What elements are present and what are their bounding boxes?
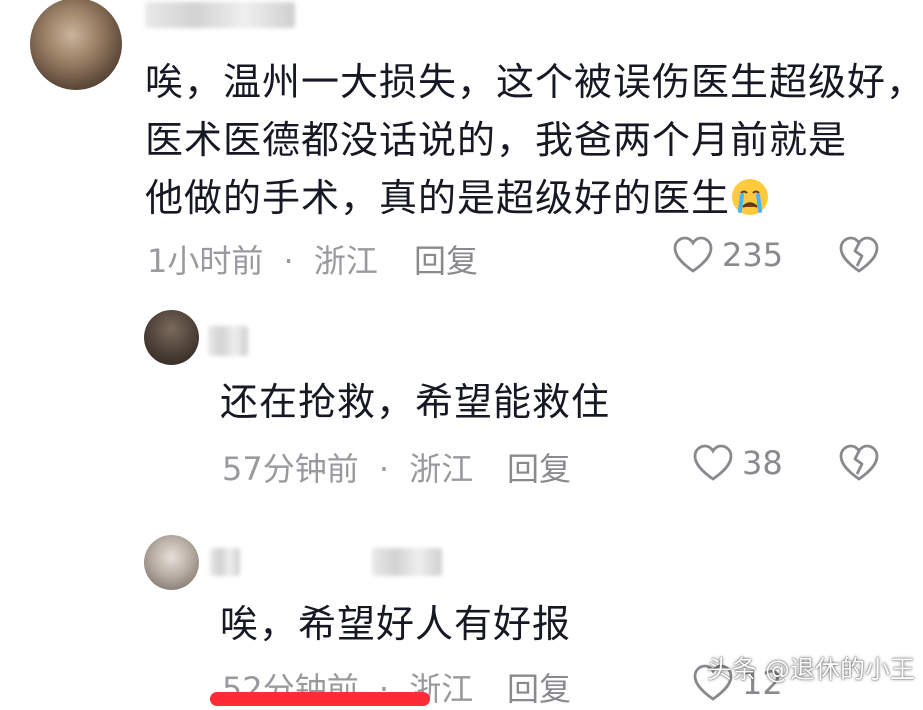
username-blurred[interactable]: [210, 548, 240, 576]
username-blurred[interactable]: [208, 326, 248, 356]
reply-button[interactable]: 回复: [414, 236, 478, 282]
accent-bar: [210, 692, 430, 706]
like-count: 235: [722, 236, 784, 274]
avatar[interactable]: [144, 535, 199, 590]
username-blurred[interactable]: [372, 548, 442, 576]
broken-heart-icon: [838, 236, 880, 274]
comment-time: 57分钟前: [222, 450, 359, 488]
comment-text-line: 医术医德都没话说的，我爸两个月前就是: [145, 118, 848, 162]
meta-separator: ·: [283, 242, 294, 280]
comment-text-line: 还在抢救，希望能救住: [220, 380, 611, 424]
avatar[interactable]: [144, 310, 199, 365]
comment-text-line: 唉，希望好人有好报: [220, 602, 572, 646]
dislike-button[interactable]: [838, 236, 880, 274]
broken-heart-icon: [838, 444, 880, 482]
comment-location: 浙江: [409, 450, 474, 488]
dislike-button[interactable]: [838, 444, 880, 482]
heart-icon: [672, 236, 714, 274]
comment-location: 浙江: [313, 242, 378, 280]
like-count: 38: [742, 444, 783, 482]
comment-meta: 57分钟前 · 浙江: [222, 444, 473, 490]
crying-face-emoji-icon: [730, 174, 770, 215]
comment-meta: 1小时前 · 浙江: [147, 236, 378, 282]
heart-icon: [692, 444, 734, 482]
meta-separator: ·: [378, 450, 390, 488]
comment-text-line: 唉，温州一大损失，这个被误伤医生超级好，: [145, 60, 923, 104]
like-button[interactable]: 38: [692, 444, 783, 482]
avatar[interactable]: [30, 0, 122, 90]
comment-text-line: 他做的手术，真的是超级好的医生: [145, 168, 770, 228]
watermark: 头条 @退休的小王: [707, 655, 915, 684]
like-button[interactable]: 235: [672, 236, 783, 274]
reply-button[interactable]: 回复: [507, 664, 571, 710]
username-blurred[interactable]: [145, 2, 295, 28]
reply-button[interactable]: 回复: [507, 444, 571, 490]
comment-time: 1小时前: [147, 242, 264, 280]
